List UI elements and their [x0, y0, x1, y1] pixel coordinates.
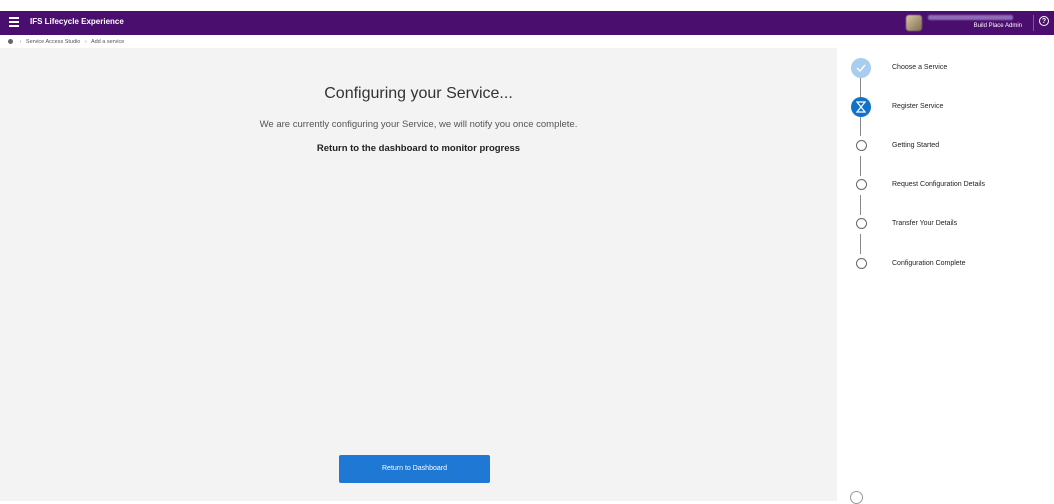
step-label: Configuration Complete [892, 260, 966, 267]
page-title: Configuring your Service... [324, 85, 513, 102]
app-header: IFS Lifecycle Experience Build Place Adm… [0, 11, 1054, 35]
user-name-blurred [928, 15, 1013, 20]
step-connector [860, 195, 861, 215]
user-menu[interactable]: Build Place Admin [906, 12, 1026, 34]
step-connector [860, 117, 861, 136]
return-to-dashboard-button[interactable]: Return to Dashboard [339, 455, 490, 483]
breadcrumb-add-a-service: Add a service [90, 39, 125, 45]
check-icon [851, 58, 871, 78]
progress-sidebar: Choose a Service Register Service Gettin… [837, 48, 1054, 504]
step-request-configuration-details: Request Configuration Details [851, 175, 1051, 195]
step-register-service: Register Service [851, 97, 1051, 117]
pending-step-icon [856, 140, 867, 151]
header-divider [1033, 15, 1034, 31]
step-label: Choose a Service [892, 64, 948, 71]
step-getting-started: Getting Started [851, 136, 1051, 156]
pending-step-icon [856, 179, 867, 190]
step-connector [860, 78, 861, 97]
monitor-progress-text: Return to the dashboard to monitor progr… [316, 143, 521, 154]
step-choose-a-service: Choose a Service [851, 58, 1051, 78]
main-content: Configuring your Service... We are curre… [0, 48, 837, 501]
breadcrumb-separator: › [84, 39, 87, 45]
avatar [906, 15, 922, 31]
step-configuration-complete: Configuration Complete [851, 254, 1051, 274]
step-label: Getting Started [892, 142, 940, 149]
hourglass-icon [851, 97, 871, 117]
step-transfer-your-details: Transfer Your Details [851, 214, 1051, 234]
hamburger-icon[interactable] [9, 17, 19, 27]
home-icon[interactable] [8, 39, 13, 45]
step-connector [860, 234, 861, 254]
pending-step-icon [856, 218, 867, 229]
breadcrumb: › Service Access Studio › Add a service [0, 35, 1054, 48]
breadcrumb-separator: › [19, 39, 22, 45]
user-role: Build Place Admin [973, 23, 1022, 29]
top-strip [0, 0, 1054, 11]
step-label: Transfer Your Details [892, 220, 958, 227]
chat-icon[interactable] [850, 491, 863, 504]
app-title: IFS Lifecycle Experience [30, 17, 124, 26]
step-connector [860, 156, 861, 176]
step-label: Request Configuration Details [892, 181, 985, 188]
help-icon[interactable]: ? [1039, 16, 1049, 26]
status-message: We are currently configuring your Servic… [259, 119, 578, 130]
pending-step-icon [856, 258, 867, 269]
step-label: Register Service [892, 103, 944, 110]
breadcrumb-service-access-studio[interactable]: Service Access Studio [26, 39, 80, 45]
